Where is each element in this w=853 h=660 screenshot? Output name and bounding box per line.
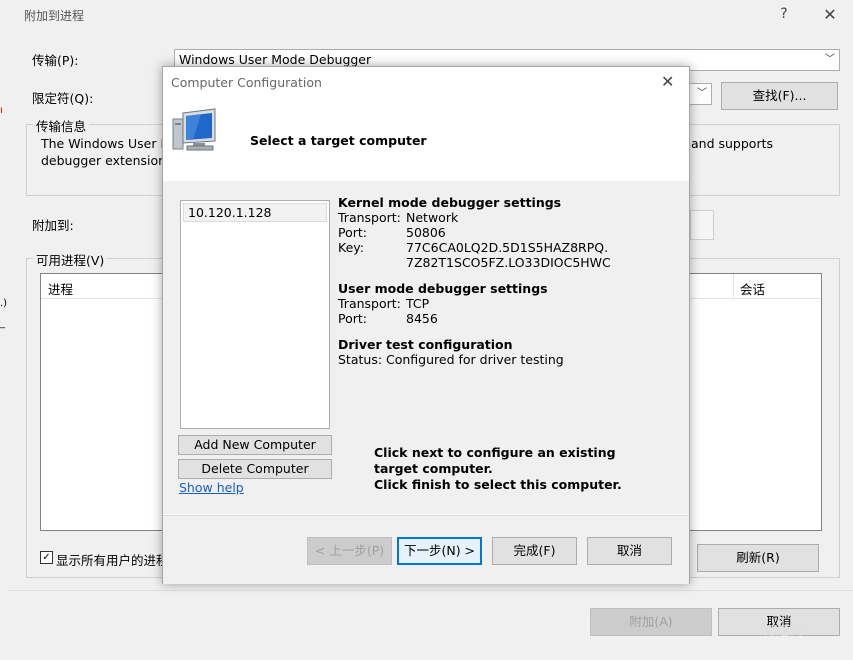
attach-button[interactable]: 附加(A) <box>590 608 712 636</box>
computer-list[interactable]: 10.120.1.128 <box>180 200 330 429</box>
chevron-down-icon: ﹀ <box>697 88 707 99</box>
dialog-footer: < 上一步(P) 下一步(N) > 完成(F) 取消 <box>163 515 689 584</box>
transport-info-title: 传输信息 <box>33 116 90 135</box>
transport-info-text: and supports <box>691 136 773 151</box>
delete-computer-button[interactable]: Delete Computer <box>178 459 332 479</box>
close-icon[interactable]: ✕ <box>661 72 674 91</box>
instruction-next: Click next to configure an existing targ… <box>374 445 616 476</box>
kernel-key-label: Key: <box>338 240 364 255</box>
kernel-port-label: Port: <box>338 225 367 240</box>
kernel-transport-label: Transport: <box>338 210 401 225</box>
available-processes-title: 可用进程(V) <box>33 250 108 269</box>
qualifier-label: 限定符(Q): <box>32 91 94 106</box>
instructions: Click next to configure an existing targ… <box>374 445 644 493</box>
show-all-users-label: 显示所有用户的进程 <box>56 553 169 568</box>
help-icon[interactable]: ? <box>772 6 796 22</box>
find-button[interactable]: 查找(F)... <box>721 82 838 110</box>
dialog-title: 附加到进程 <box>24 9 85 23</box>
attach-to-label: 附加到: <box>32 218 74 233</box>
dialog-title: Computer Configuration <box>171 75 322 90</box>
user-transport-label: Transport: <box>338 296 401 311</box>
computer-icon <box>172 108 216 151</box>
edge-artifact: _ <box>0 318 5 329</box>
close-icon[interactable]: ✕ <box>818 5 842 24</box>
list-item[interactable]: 10.120.1.128 <box>183 203 327 222</box>
inner-cancel-button[interactable]: 取消 <box>587 537 672 565</box>
driver-status-label: Status: <box>338 352 383 367</box>
edge-artifact: ı <box>0 105 3 116</box>
divider <box>8 590 853 591</box>
column-divider <box>733 274 734 298</box>
edge-artifact: .) <box>0 298 8 309</box>
next-button[interactable]: 下一步(N) > <box>397 537 482 565</box>
watermark: 亿速云 <box>763 624 803 639</box>
user-settings: User mode debugger settings Transport: TC… <box>338 281 548 326</box>
user-port-label: Port: <box>338 311 367 326</box>
transport-info-text: debugger extensions <box>41 153 173 168</box>
show-help-link[interactable]: Show help <box>179 480 244 495</box>
previous-button[interactable]: < 上一步(P) <box>307 537 392 565</box>
header-text: Select a target computer <box>250 133 427 148</box>
column-header-session[interactable]: 会话 <box>740 279 765 298</box>
computer-configuration-dialog: Computer Configuration ✕ Select a target… <box>162 66 690 584</box>
kernel-settings: Kernel mode debugger settings Transport:… <box>338 195 611 270</box>
add-new-computer-button[interactable]: Add New Computer <box>178 435 332 455</box>
transport-info-text: The Windows User M <box>41 136 172 151</box>
driver-config-heading: Driver test configuration <box>338 337 513 352</box>
user-port-value: 8456 <box>406 311 438 326</box>
chevron-down-icon: ﹀ <box>825 54 835 65</box>
kernel-port-value: 50806 <box>406 225 446 240</box>
instruction-finish: Click finish to select this computer. <box>374 477 622 492</box>
user-transport-value: TCP <box>406 296 430 311</box>
show-all-users-checkbox[interactable]: ✓ <box>40 551 53 564</box>
driver-status-value: Configured for driver testing <box>386 352 564 367</box>
column-header-process[interactable]: 进程 <box>48 279 73 298</box>
refresh-button[interactable]: 刷新(R) <box>697 544 819 572</box>
transport-select-value: Windows User Mode Debugger <box>179 52 372 67</box>
transport-label: 传输(P): <box>32 53 79 68</box>
user-settings-heading: User mode debugger settings <box>338 281 548 296</box>
driver-config: Driver test configuration Status: Configu… <box>338 337 564 367</box>
finish-button[interactable]: 完成(F) <box>492 537 577 565</box>
kernel-key-value: 77C6CA0LQ2D.5D1S5HAZ8RPQ. <box>406 240 609 255</box>
kernel-settings-heading: Kernel mode debugger settings <box>338 195 562 210</box>
kernel-transport-value: Network <box>406 210 459 225</box>
attach-to-field[interactable] <box>690 210 714 240</box>
kernel-key-value: 7Z82T1SCO5FZ.LO33DIOC5HWC <box>406 255 611 270</box>
dialog-body: 10.120.1.128 Add New Computer Delete Com… <box>163 181 689 514</box>
